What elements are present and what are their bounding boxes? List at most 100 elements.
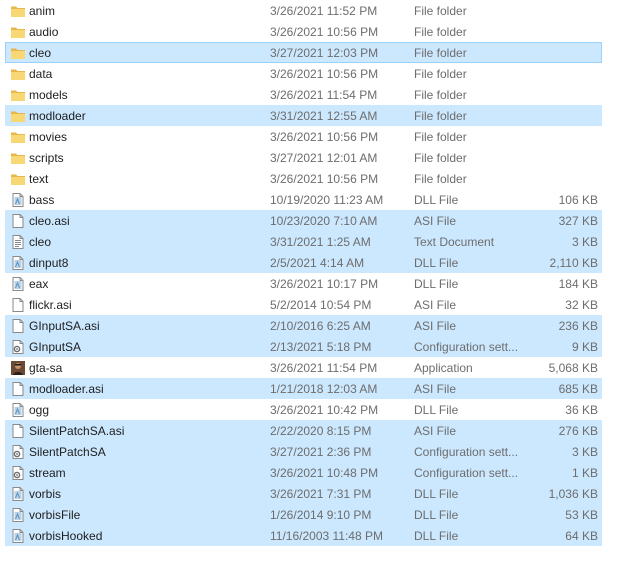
file-date-modified: 3/26/2021 10:56 PM [270,130,379,144]
file-size: 1,036 KB [548,487,598,501]
folder-icon [10,171,26,187]
folder-icon [10,129,26,145]
file-type: Configuration sett... [414,466,519,480]
file-name: bass [29,193,55,207]
dll-file-icon [10,486,26,502]
file-date-modified: 2/5/2021 4:14 AM [270,256,365,270]
file-date-modified: 10/19/2020 11:23 AM [270,193,384,207]
file-date-modified: 3/26/2021 10:56 PM [270,67,379,81]
file-size: 276 KB [558,424,598,438]
file-row[interactable]: SilentPatchSA.asi 2/22/2020 8:15 PM ASI Fi… [5,420,602,441]
file-name: SilentPatchSA.asi [29,424,125,438]
file-type: File folder [414,109,467,123]
file-type: File folder [414,46,467,60]
file-date-modified: 3/26/2021 10:42 PM [270,403,379,417]
file-row[interactable]: cleo 3/31/2021 1:25 AM Text Document 3 KB [5,231,602,252]
folder-icon [10,150,26,166]
file-name: modloader.asi [29,382,104,396]
file-name: anim [29,4,56,18]
file-size: 1 KB [571,466,598,480]
file-row[interactable]: bass 10/19/2020 11:23 AM DLL File 106 KB [5,189,602,210]
file-type: ASI File [414,319,457,333]
blank-file-icon [10,423,26,439]
file-row[interactable]: models 3/26/2021 11:54 PM File folder [5,84,602,105]
file-row[interactable]: cleo.asi 10/23/2020 7:10 AM ASI File 327 KB [5,210,602,231]
file-row[interactable]: GInputSA.asi 2/10/2016 6:25 AM ASI File 236… [5,315,602,336]
file-row[interactable]: flickr.asi 5/2/2014 10:54 PM ASI File 32 KB [5,294,602,315]
folder-icon [10,108,26,124]
file-type: Configuration sett... [414,445,519,459]
file-name: vorbis [29,487,62,501]
file-type: DLL File [414,487,459,501]
file-type: ASI File [414,214,457,228]
blank-file-icon [10,213,26,229]
file-name: audio [29,25,59,39]
file-size: 2,110 KB [549,256,598,270]
dll-file-icon [10,507,26,523]
file-type: File folder [414,4,467,18]
file-size: 184 KB [558,277,598,291]
file-date-modified: 3/27/2021 2:36 PM [270,445,372,459]
file-row[interactable]: vorbisHooked 11/16/2003 11:48 PM DLL File 6… [5,525,602,546]
dll-file-icon [10,192,26,208]
file-type: DLL File [414,403,459,417]
file-size: 36 KB [565,403,598,417]
file-row[interactable]: movies 3/26/2021 10:56 PM File folder [5,126,602,147]
app-icon [10,360,26,376]
file-date-modified: 3/31/2021 1:25 AM [270,235,371,249]
file-date-modified: 3/27/2021 12:01 AM [270,151,378,165]
file-type: ASI File [414,424,457,438]
file-name: stream [29,466,66,480]
file-name: vorbisHooked [29,529,103,543]
file-type: DLL File [414,277,459,291]
file-size: 685 KB [558,382,598,396]
file-row[interactable]: text 3/26/2021 10:56 PM File folder [5,168,602,189]
file-date-modified: 1/21/2018 12:03 AM [270,382,378,396]
file-size: 5,068 KB [548,361,598,375]
file-date-modified: 3/26/2021 10:48 PM [270,466,379,480]
file-name: cleo [29,235,52,249]
file-type: Application [414,361,473,375]
file-row[interactable]: eax 3/26/2021 10:17 PM DLL File 184 KB [5,273,602,294]
file-row[interactable]: stream 3/26/2021 10:48 PM Configuration se… [5,462,602,483]
file-date-modified: 3/26/2021 10:56 PM [270,172,379,186]
file-date-modified: 3/26/2021 11:52 PM [270,4,378,18]
file-size: 236 KB [558,319,598,333]
file-row[interactable]: cleo 3/27/2021 12:03 PM File folder [5,42,602,63]
file-name: dinput8 [29,256,69,270]
file-size: 53 KB [565,508,598,522]
file-row[interactable]: SilentPatchSA 3/27/2021 2:36 PM Configurat… [5,441,602,462]
file-row[interactable]: GInputSA 2/13/2021 5:18 PM Configuration s… [5,336,602,357]
file-row[interactable]: modloader 3/31/2021 12:55 AM File folder [5,105,602,126]
file-type: File folder [414,25,467,39]
file-size: 327 KB [558,214,598,228]
config-file-icon [10,465,26,481]
file-row[interactable]: audio 3/26/2021 10:56 PM File folder [5,21,602,42]
file-date-modified: 3/27/2021 12:03 PM [270,46,379,60]
file-name: SilentPatchSA [29,445,106,459]
file-row[interactable]: dinput8 2/5/2021 4:14 AM DLL File 2,110 KB [5,252,602,273]
file-size: 9 KB [571,340,598,354]
file-row[interactable]: ogg 3/26/2021 10:42 PM DLL File 36 KB [5,399,602,420]
file-name: flickr.asi [29,298,72,312]
file-row[interactable]: vorbisFile 1/26/2014 9:10 PM DLL File 53 KB [5,504,602,525]
folder-icon [10,3,26,19]
dll-file-icon [10,276,26,292]
file-type: ASI File [414,298,457,312]
file-row[interactable]: gta-sa 3/26/2021 11:54 PM Application 5,068… [5,357,602,378]
file-type: DLL File [414,508,459,522]
file-name: scripts [29,151,64,165]
file-type: File folder [414,88,467,102]
file-date-modified: 3/31/2021 12:55 AM [270,109,378,123]
file-size: 3 KB [571,235,598,249]
file-size: 106 KB [558,193,598,207]
file-row[interactable]: data 3/26/2021 10:56 PM File folder [5,63,602,84]
file-row[interactable]: modloader.asi 1/21/2018 12:03 AM ASI File 6… [5,378,602,399]
file-name: movies [29,130,68,144]
file-row[interactable]: anim 3/26/2021 11:52 PM File folder [5,0,602,21]
file-name: cleo.asi [29,214,70,228]
file-list: anim 3/26/2021 11:52 PM File folder audio 3/… [0,0,634,546]
file-row[interactable]: vorbis 3/26/2021 7:31 PM DLL File 1,036 KB [5,483,602,504]
file-date-modified: 3/26/2021 10:17 PM [270,277,379,291]
file-row[interactable]: scripts 3/27/2021 12:01 AM File folder [5,147,602,168]
